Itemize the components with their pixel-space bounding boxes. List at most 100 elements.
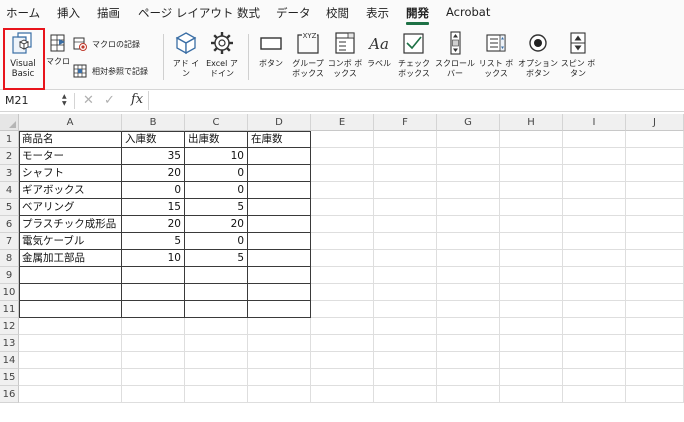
column-header-i[interactable]: I: [563, 114, 626, 131]
cell-a16[interactable]: [19, 386, 122, 403]
cell-f16[interactable]: [374, 386, 437, 403]
cell-j4[interactable]: [626, 182, 684, 199]
cell-a15[interactable]: [19, 369, 122, 386]
cell-b14[interactable]: [122, 352, 185, 369]
cell-h9[interactable]: [500, 267, 563, 284]
cell-c15[interactable]: [185, 369, 248, 386]
cell-b6[interactable]: 20: [122, 216, 185, 233]
column-header-a[interactable]: A: [19, 114, 122, 131]
cell-g1[interactable]: [437, 131, 500, 148]
cell-e10[interactable]: [311, 284, 374, 301]
cell-h6[interactable]: [500, 216, 563, 233]
row-header-14[interactable]: 14: [0, 352, 19, 369]
cell-e13[interactable]: [311, 335, 374, 352]
row-header-12[interactable]: 12: [0, 318, 19, 335]
row-header-4[interactable]: 4: [0, 182, 19, 199]
cell-e11[interactable]: [311, 301, 374, 318]
column-header-d[interactable]: D: [248, 114, 311, 131]
cell-d10[interactable]: [248, 284, 311, 301]
cell-h2[interactable]: [500, 148, 563, 165]
select-all-corner[interactable]: [0, 114, 19, 131]
row-header-15[interactable]: 15: [0, 369, 19, 386]
tab-data[interactable]: データ: [276, 5, 311, 21]
cell-c8[interactable]: 5: [185, 250, 248, 267]
cell-i12[interactable]: [563, 318, 626, 335]
cell-f11[interactable]: [374, 301, 437, 318]
cell-g2[interactable]: [437, 148, 500, 165]
cell-d2[interactable]: [248, 148, 311, 165]
cell-g5[interactable]: [437, 199, 500, 216]
cell-g8[interactable]: [437, 250, 500, 267]
cell-f12[interactable]: [374, 318, 437, 335]
cell-i9[interactable]: [563, 267, 626, 284]
column-header-j[interactable]: J: [626, 114, 684, 131]
cell-c6[interactable]: 20: [185, 216, 248, 233]
cell-h14[interactable]: [500, 352, 563, 369]
cell-j8[interactable]: [626, 250, 684, 267]
group-box-control[interactable]: XYZ グループ ボックス: [289, 30, 327, 79]
cell-a13[interactable]: [19, 335, 122, 352]
tab-page-layout[interactable]: ページ レイアウト: [138, 5, 233, 21]
cell-c7[interactable]: 0: [185, 233, 248, 250]
cell-c16[interactable]: [185, 386, 248, 403]
relative-reference-button[interactable]: 相対参照で記録: [73, 61, 148, 81]
row-header-16[interactable]: 16: [0, 386, 19, 403]
cell-f5[interactable]: [374, 199, 437, 216]
cell-d16[interactable]: [248, 386, 311, 403]
name-box[interactable]: M21: [5, 94, 29, 107]
cell-c9[interactable]: [185, 267, 248, 284]
cell-h13[interactable]: [500, 335, 563, 352]
combo-box-control[interactable]: コンボ ボックス: [327, 30, 363, 79]
cell-c1[interactable]: 出庫数: [185, 131, 248, 148]
cell-f9[interactable]: [374, 267, 437, 284]
column-header-b[interactable]: B: [122, 114, 185, 131]
spin-button-control[interactable]: スピン ボタン: [560, 30, 596, 79]
cell-d12[interactable]: [248, 318, 311, 335]
cell-j12[interactable]: [626, 318, 684, 335]
cell-a8[interactable]: 金属加工部品: [19, 250, 122, 267]
cell-b2[interactable]: 35: [122, 148, 185, 165]
cell-e5[interactable]: [311, 199, 374, 216]
cell-e6[interactable]: [311, 216, 374, 233]
label-control[interactable]: Aa ラベル: [365, 30, 393, 69]
cell-j2[interactable]: [626, 148, 684, 165]
cell-c11[interactable]: [185, 301, 248, 318]
cell-i7[interactable]: [563, 233, 626, 250]
row-header-13[interactable]: 13: [0, 335, 19, 352]
cancel-icon[interactable]: ✕: [83, 93, 94, 108]
cell-e2[interactable]: [311, 148, 374, 165]
cell-a3[interactable]: シャフト: [19, 165, 122, 182]
cell-h15[interactable]: [500, 369, 563, 386]
scroll-bar-control[interactable]: スクロール バー: [434, 30, 476, 79]
cell-i15[interactable]: [563, 369, 626, 386]
tab-acrobat[interactable]: Acrobat: [446, 5, 490, 19]
cell-d5[interactable]: [248, 199, 311, 216]
check-box-control[interactable]: チェック ボックス: [396, 30, 432, 79]
cell-c4[interactable]: 0: [185, 182, 248, 199]
row-header-6[interactable]: 6: [0, 216, 19, 233]
cell-f13[interactable]: [374, 335, 437, 352]
cell-i3[interactable]: [563, 165, 626, 182]
cell-d11[interactable]: [248, 301, 311, 318]
column-header-c[interactable]: C: [185, 114, 248, 131]
cell-d15[interactable]: [248, 369, 311, 386]
cell-e8[interactable]: [311, 250, 374, 267]
cell-a4[interactable]: ギアボックス: [19, 182, 122, 199]
row-header-2[interactable]: 2: [0, 148, 19, 165]
cell-f1[interactable]: [374, 131, 437, 148]
cell-f2[interactable]: [374, 148, 437, 165]
cell-a5[interactable]: ベアリング: [19, 199, 122, 216]
cell-d1[interactable]: 在庫数: [248, 131, 311, 148]
cell-g4[interactable]: [437, 182, 500, 199]
cell-g13[interactable]: [437, 335, 500, 352]
tab-insert[interactable]: 挿入: [57, 5, 80, 21]
column-header-g[interactable]: G: [437, 114, 500, 131]
cell-d8[interactable]: [248, 250, 311, 267]
column-header-f[interactable]: F: [374, 114, 437, 131]
cell-i13[interactable]: [563, 335, 626, 352]
cell-e16[interactable]: [311, 386, 374, 403]
cell-i1[interactable]: [563, 131, 626, 148]
cell-b8[interactable]: 10: [122, 250, 185, 267]
column-header-h[interactable]: H: [500, 114, 563, 131]
row-header-8[interactable]: 8: [0, 250, 19, 267]
